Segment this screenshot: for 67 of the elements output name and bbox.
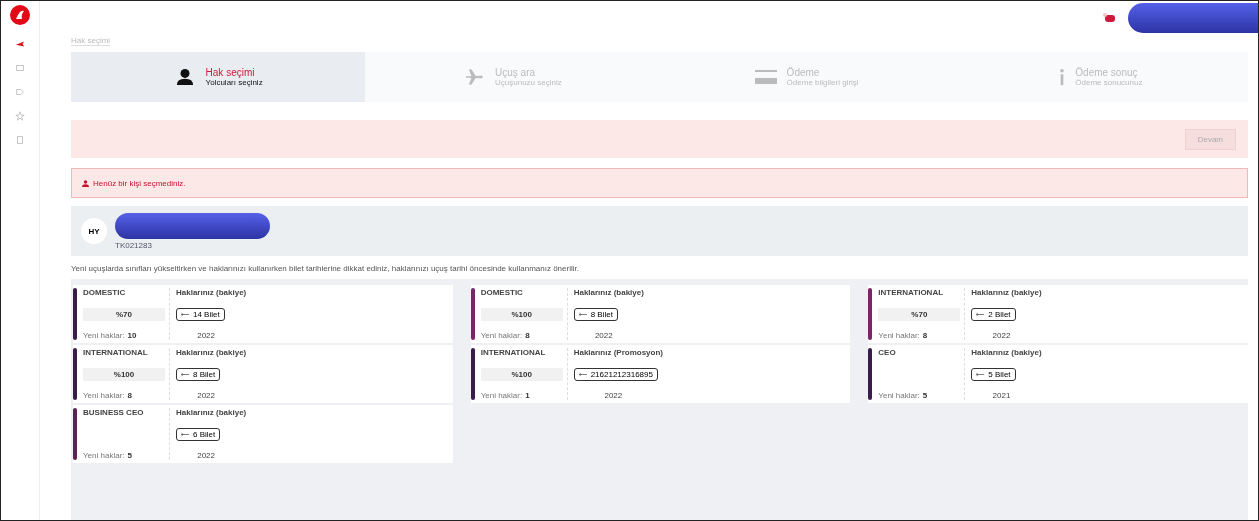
- category-label: CEO: [878, 348, 897, 357]
- info-icon: [1059, 68, 1066, 86]
- remaining-label: Yeni haklar:: [878, 391, 920, 400]
- rights-card[interactable]: INTERNATIONAL %100 Yeni haklar: 1 Haklarınız (Promosyon) 21621212316895 2022: [470, 345, 851, 403]
- remaining-label: Yeni haklar:: [83, 331, 125, 340]
- remaining-count: 10: [127, 331, 137, 340]
- star-icon[interactable]: [15, 111, 25, 121]
- remaining-count: 5: [922, 391, 928, 400]
- category-label: INTERNATIONAL: [83, 348, 149, 357]
- step-tab[interactable]: Hak seçimi Yolcuları seçiniz: [71, 52, 366, 102]
- remaining-count: 5: [127, 451, 132, 460]
- year-label: 2022: [991, 331, 1012, 340]
- rights-card[interactable]: BUSINESS CEO Yeni haklar: 5 Haklarınız (bakiye) 6 Bilet 2022: [73, 405, 453, 463]
- percent-badge: %70: [83, 307, 165, 321]
- ticket-text: 6 Bilet: [193, 429, 216, 439]
- ticket-text: 5 Bilet: [988, 369, 1011, 379]
- year-label: 2021: [991, 391, 1012, 400]
- rights-card[interactable]: DOMESTIC %100 Yeni haklar: 8 Haklarınız (bakiye) 8 Bilet 2022: [470, 285, 851, 343]
- year-label: 2022: [196, 391, 216, 400]
- card-icon: [754, 68, 777, 86]
- percent-badge: %100: [480, 307, 563, 321]
- remaining-count: 8: [127, 391, 132, 400]
- year-label: 2022: [196, 451, 216, 460]
- rights-label: Haklarınız (bakiye): [573, 288, 644, 297]
- category-label: INTERNATIONAL: [878, 288, 945, 297]
- category-label: DOMESTIC: [83, 288, 127, 297]
- rights-label: Haklarınız (bakiye): [176, 288, 247, 297]
- category-label: INTERNATIONAL: [480, 348, 547, 357]
- rights-label: Haklarınız (bakiye): [176, 408, 247, 417]
- ticket-text: 8 Bilet: [590, 309, 613, 319]
- camera-icon[interactable]: [1102, 12, 1116, 24]
- document-icon[interactable]: [15, 135, 25, 145]
- remaining-label: Yeni haklar:: [480, 331, 523, 340]
- remaining-count: 1: [525, 391, 530, 400]
- remaining-label: Yeni haklar:: [83, 391, 125, 400]
- percent-badge: %100: [83, 367, 165, 381]
- year-label: 2022: [196, 331, 216, 340]
- rights-label: Haklarınız (bakiye): [971, 348, 1042, 357]
- percent-badge: %100: [480, 367, 563, 381]
- remaining-label: Yeni haklar:: [480, 391, 523, 400]
- category-label: BUSINESS CEO: [83, 408, 145, 417]
- rights-label: Haklarınız (Promosyon): [573, 348, 663, 357]
- remaining-count: 8: [922, 331, 928, 340]
- remaining-label: Yeni haklar:: [878, 331, 920, 340]
- avatar: HY: [81, 218, 107, 244]
- member-code: TK021283: [115, 240, 152, 250]
- person-icon: [82, 179, 89, 187]
- remaining-label: Yeni haklar:: [83, 451, 125, 460]
- ticket-text: 21621212316895: [590, 369, 653, 379]
- alert-text: Henüz bir kişi seçmediniz.: [93, 178, 186, 188]
- rights-card[interactable]: DOMESTIC %70 Yeni haklar: 10 Haklarınız (bakiye) 14 Bilet 2022: [73, 285, 453, 343]
- rights-card[interactable]: INTERNATIONAL %100 Yeni haklar: 8 Haklarınız (bakiye) 8 Bilet 2022: [73, 345, 453, 403]
- rights-label: Haklarınız (bakiye): [971, 288, 1042, 297]
- ticket-text: 14 Bilet: [193, 309, 220, 319]
- tag-icon[interactable]: [15, 87, 25, 97]
- logo-icon[interactable]: [10, 5, 30, 25]
- category-label: DOMESTIC: [480, 288, 524, 297]
- ticket-text: 2 Bilet: [988, 309, 1011, 319]
- year-label: 2022: [603, 391, 624, 400]
- year-label: 2022: [593, 331, 614, 340]
- percent-badge: %70: [878, 307, 961, 321]
- rights-label: Haklarınız (bakiye): [176, 348, 247, 357]
- ticket-text: 8 Bilet: [193, 369, 216, 379]
- remaining-count: 8: [525, 331, 530, 340]
- rights-card[interactable]: CEO Yeni haklar: 5 Haklarınız (bakiye) 5 Bilet 2021: [868, 345, 1248, 403]
- notice-text: Yeni uçuşlarda sınıfları yükseltirken ve haklarınızı kullanırken bilet tarihlerine dikkat ediniz, haklarınızı uçuş tarihi öncesinde kullanmanız önerilir.: [71, 264, 580, 273]
- rights-card[interactable]: INTERNATIONAL %70 Yeni haklar: 8 Haklarınız (bakiye) 2 Bilet 2022: [868, 285, 1248, 343]
